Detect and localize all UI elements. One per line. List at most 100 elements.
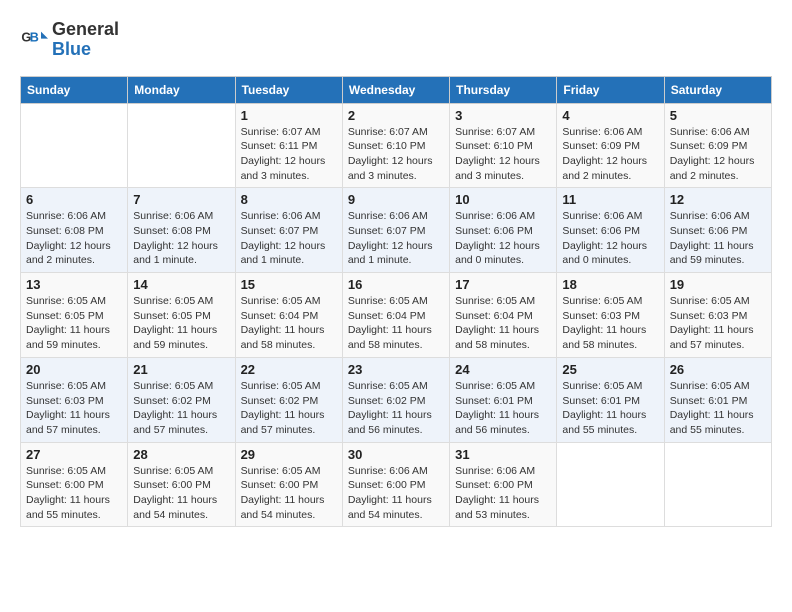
day-number: 22 (241, 362, 337, 377)
day-header-thursday: Thursday (450, 76, 557, 103)
day-header-monday: Monday (128, 76, 235, 103)
day-info: Sunrise: 6:06 AM Sunset: 6:06 PM Dayligh… (455, 209, 551, 268)
day-number: 23 (348, 362, 444, 377)
day-number: 6 (26, 192, 122, 207)
day-info: Sunrise: 6:05 AM Sunset: 6:00 PM Dayligh… (26, 464, 122, 523)
day-info: Sunrise: 6:06 AM Sunset: 6:09 PM Dayligh… (670, 125, 766, 184)
day-cell: 17 Sunrise: 6:05 AM Sunset: 6:04 PM Dayli… (450, 273, 557, 358)
day-cell: 8Sunrise: 6:06 AM Sunset: 6:07 PM Daylig… (235, 188, 342, 273)
day-number: 7 (133, 192, 229, 207)
day-number: 24 (455, 362, 551, 377)
day-info: Sunrise: 6:06 AM Sunset: 6:06 PM Dayligh… (562, 209, 658, 268)
day-info: Sunrise: 6:07 AM Sunset: 6:10 PM Dayligh… (348, 125, 444, 184)
day-header-sunday: Sunday (21, 76, 128, 103)
day-header-friday: Friday (557, 76, 664, 103)
day-number: 26 (670, 362, 766, 377)
day-cell: 23 Sunrise: 6:05 AM Sunset: 6:02 PM Dayli… (342, 357, 449, 442)
day-number: 10 (455, 192, 551, 207)
day-info: Sunrise: 6:06 AM Sunset: 6:00 PM Dayligh… (348, 464, 444, 523)
day-cell: 19 Sunrise: 6:05 AM Sunset: 6:03 PM Dayli… (664, 273, 771, 358)
day-cell: 9Sunrise: 6:06 AM Sunset: 6:07 PM Daylig… (342, 188, 449, 273)
day-number: 15 (241, 277, 337, 292)
day-header-row: SundayMondayTuesdayWednesdayThursdayFrid… (21, 76, 772, 103)
day-number: 1 (241, 108, 337, 123)
day-info: Sunrise: 6:05 AM Sunset: 6:01 PM Dayligh… (670, 379, 766, 438)
day-cell (557, 442, 664, 527)
day-info: Sunrise: 6:05 AM Sunset: 6:00 PM Dayligh… (241, 464, 337, 523)
day-number: 19 (670, 277, 766, 292)
calendar-table: SundayMondayTuesdayWednesdayThursdayFrid… (20, 76, 772, 528)
day-cell: 15Sunrise: 6:05 AM Sunset: 6:04 PM Dayli… (235, 273, 342, 358)
day-info: Sunrise: 6:05 AM Sunset: 6:01 PM Dayligh… (455, 379, 551, 438)
day-cell: 16Sunrise: 6:05 AM Sunset: 6:04 PM Dayli… (342, 273, 449, 358)
day-cell (21, 103, 128, 188)
day-number: 29 (241, 447, 337, 462)
day-cell: 30 Sunrise: 6:06 AM Sunset: 6:00 PM Dayli… (342, 442, 449, 527)
day-info: Sunrise: 6:05 AM Sunset: 6:05 PM Dayligh… (26, 294, 122, 353)
day-cell: 6 Sunrise: 6:06 AM Sunset: 6:08 PM Daylig… (21, 188, 128, 273)
day-cell: 28 Sunrise: 6:05 AM Sunset: 6:00 PM Dayli… (128, 442, 235, 527)
day-cell: 31 Sunrise: 6:06 AM Sunset: 6:00 PM Dayli… (450, 442, 557, 527)
day-number: 5 (670, 108, 766, 123)
day-info: Sunrise: 6:06 AM Sunset: 6:08 PM Dayligh… (26, 209, 122, 268)
day-number: 2 (348, 108, 444, 123)
day-number: 3 (455, 108, 551, 123)
day-cell (664, 442, 771, 527)
day-info: Sunrise: 6:07 AM Sunset: 6:10 PM Dayligh… (455, 125, 551, 184)
day-info: Sunrise: 6:07 AM Sunset: 6:11 PM Dayligh… (241, 125, 337, 184)
day-header-wednesday: Wednesday (342, 76, 449, 103)
day-info: Sunrise: 6:06 AM Sunset: 6:08 PM Dayligh… (133, 209, 229, 268)
day-cell: 13Sunrise: 6:05 AM Sunset: 6:05 PM Dayli… (21, 273, 128, 358)
day-cell: 12 Sunrise: 6:06 AM Sunset: 6:06 PM Dayli… (664, 188, 771, 273)
day-header-saturday: Saturday (664, 76, 771, 103)
day-number: 21 (133, 362, 229, 377)
day-info: Sunrise: 6:05 AM Sunset: 6:03 PM Dayligh… (26, 379, 122, 438)
day-cell: 26 Sunrise: 6:05 AM Sunset: 6:01 PM Dayli… (664, 357, 771, 442)
day-cell: 1 Sunrise: 6:07 AM Sunset: 6:11 PM Daylig… (235, 103, 342, 188)
day-info: Sunrise: 6:06 AM Sunset: 6:00 PM Dayligh… (455, 464, 551, 523)
day-number: 12 (670, 192, 766, 207)
day-cell: 3 Sunrise: 6:07 AM Sunset: 6:10 PM Daylig… (450, 103, 557, 188)
day-number: 31 (455, 447, 551, 462)
day-number: 25 (562, 362, 658, 377)
day-info: Sunrise: 6:05 AM Sunset: 6:04 PM Dayligh… (455, 294, 551, 353)
day-number: 14 (133, 277, 229, 292)
day-number: 18 (562, 277, 658, 292)
logo-text: General Blue (52, 20, 119, 60)
header: G B General Blue (20, 20, 772, 60)
day-cell: 10 Sunrise: 6:06 AM Sunset: 6:06 PM Dayli… (450, 188, 557, 273)
day-info: Sunrise: 6:05 AM Sunset: 6:02 PM Dayligh… (348, 379, 444, 438)
week-row-3: 13Sunrise: 6:05 AM Sunset: 6:05 PM Dayli… (21, 273, 772, 358)
logo: G B General Blue (20, 20, 119, 60)
day-number: 30 (348, 447, 444, 462)
day-cell: 20Sunrise: 6:05 AM Sunset: 6:03 PM Dayli… (21, 357, 128, 442)
day-info: Sunrise: 6:06 AM Sunset: 6:07 PM Dayligh… (241, 209, 337, 268)
day-info: Sunrise: 6:05 AM Sunset: 6:00 PM Dayligh… (133, 464, 229, 523)
day-cell: 27 Sunrise: 6:05 AM Sunset: 6:00 PM Dayli… (21, 442, 128, 527)
day-number: 4 (562, 108, 658, 123)
svg-text:B: B (30, 30, 39, 44)
logo-icon: G B (20, 26, 48, 54)
day-info: Sunrise: 6:05 AM Sunset: 6:02 PM Dayligh… (241, 379, 337, 438)
day-cell: 14 Sunrise: 6:05 AM Sunset: 6:05 PM Dayli… (128, 273, 235, 358)
day-cell: 5 Sunrise: 6:06 AM Sunset: 6:09 PM Daylig… (664, 103, 771, 188)
day-number: 28 (133, 447, 229, 462)
day-cell: 24 Sunrise: 6:05 AM Sunset: 6:01 PM Dayli… (450, 357, 557, 442)
day-cell: 25Sunrise: 6:05 AM Sunset: 6:01 PM Dayli… (557, 357, 664, 442)
day-info: Sunrise: 6:05 AM Sunset: 6:02 PM Dayligh… (133, 379, 229, 438)
day-number: 9 (348, 192, 444, 207)
day-info: Sunrise: 6:05 AM Sunset: 6:03 PM Dayligh… (670, 294, 766, 353)
day-info: Sunrise: 6:06 AM Sunset: 6:09 PM Dayligh… (562, 125, 658, 184)
week-row-1: 1 Sunrise: 6:07 AM Sunset: 6:11 PM Daylig… (21, 103, 772, 188)
day-cell: 22 Sunrise: 6:05 AM Sunset: 6:02 PM Dayli… (235, 357, 342, 442)
day-number: 17 (455, 277, 551, 292)
day-info: Sunrise: 6:05 AM Sunset: 6:05 PM Dayligh… (133, 294, 229, 353)
day-cell: 29 Sunrise: 6:05 AM Sunset: 6:00 PM Dayli… (235, 442, 342, 527)
day-cell: 11Sunrise: 6:06 AM Sunset: 6:06 PM Dayli… (557, 188, 664, 273)
day-info: Sunrise: 6:05 AM Sunset: 6:03 PM Dayligh… (562, 294, 658, 353)
day-header-tuesday: Tuesday (235, 76, 342, 103)
day-info: Sunrise: 6:06 AM Sunset: 6:06 PM Dayligh… (670, 209, 766, 268)
day-cell: 18 Sunrise: 6:05 AM Sunset: 6:03 PM Dayli… (557, 273, 664, 358)
day-cell (128, 103, 235, 188)
day-number: 27 (26, 447, 122, 462)
